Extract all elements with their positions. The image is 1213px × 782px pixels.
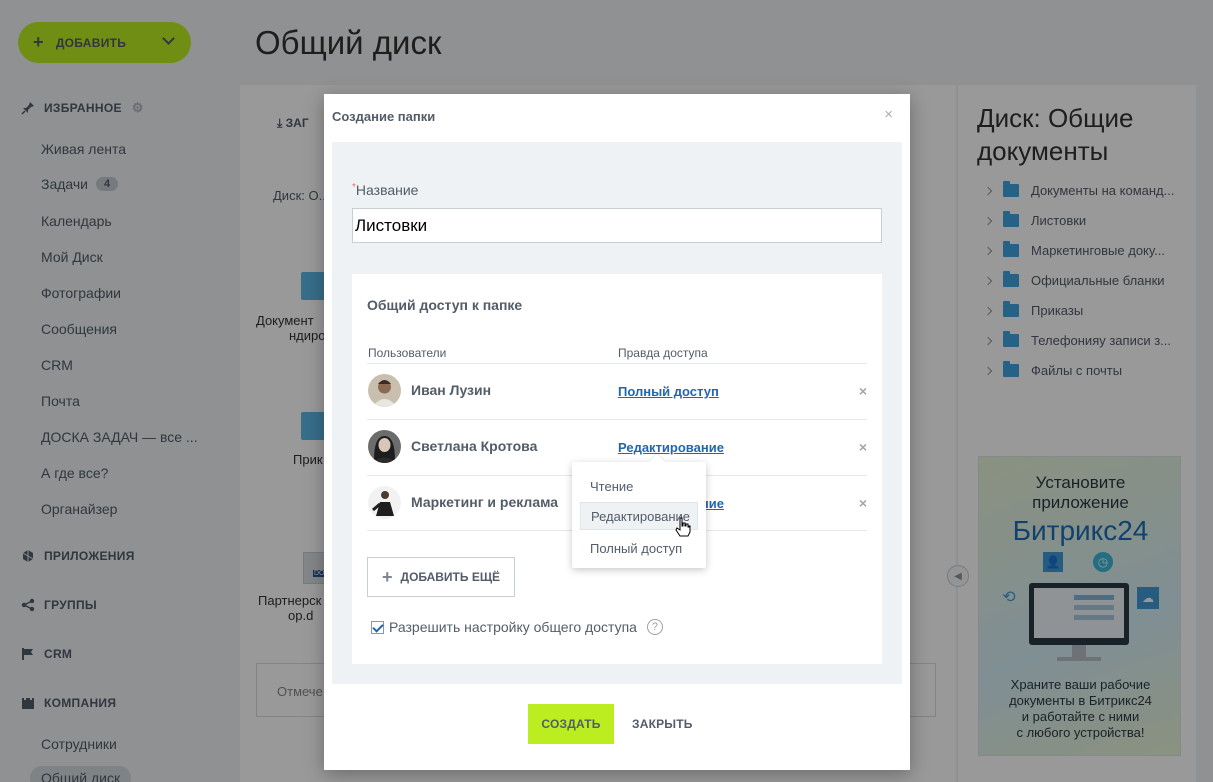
access-level-menu: Чтение Редактирование Полный доступ bbox=[572, 462, 706, 568]
user-name: Маркетинг и реклама bbox=[411, 494, 559, 510]
access-level-link[interactable]: Полный доступ bbox=[618, 384, 719, 399]
create-button[interactable]: СОЗДАТЬ bbox=[528, 704, 614, 744]
name-label-text: Название bbox=[355, 182, 419, 198]
close-icon[interactable]: × bbox=[884, 106, 893, 123]
folder-name-input[interactable] bbox=[352, 208, 882, 243]
user-name: Светлана Кротова bbox=[411, 438, 538, 454]
add-more-button[interactable]: + ДОБАВИТЬ ЕЩЁ bbox=[367, 557, 515, 597]
allow-sharing-settings[interactable]: Разрешить настройку общего доступа ? bbox=[371, 619, 663, 635]
avatar bbox=[368, 486, 401, 519]
create-folder-dialog: Создание папки × *Название Общий доступ … bbox=[324, 94, 910, 770]
column-header-rights: Правда доступа bbox=[618, 346, 708, 360]
menu-item-read[interactable]: Чтение bbox=[580, 472, 698, 500]
allow-sharing-label: Разрешить настройку общего доступа bbox=[389, 619, 637, 635]
remove-icon[interactable]: × bbox=[859, 495, 867, 511]
access-level-link[interactable]: Редактирование bbox=[618, 440, 724, 455]
avatar bbox=[368, 430, 401, 463]
dialog-footer: СОЗДАТЬ ЗАКРЫТЬ bbox=[324, 704, 910, 744]
allow-sharing-checkbox[interactable] bbox=[371, 620, 384, 634]
remove-icon[interactable]: × bbox=[859, 439, 867, 455]
plus-icon: + bbox=[382, 566, 393, 587]
menu-item-full-access[interactable]: Полный доступ bbox=[580, 534, 698, 562]
close-button[interactable]: ЗАКРЫТЬ bbox=[632, 717, 693, 731]
column-header-users: Пользователи bbox=[368, 346, 447, 360]
avatar bbox=[368, 374, 401, 407]
name-label: *Название bbox=[352, 182, 418, 198]
dialog-title: Создание папки bbox=[332, 109, 436, 124]
sharing-row: Иван Лузин Полный доступ × bbox=[367, 363, 867, 419]
help-icon[interactable]: ? bbox=[646, 619, 663, 635]
dialog-body: *Название Общий доступ к папке Пользоват… bbox=[332, 142, 902, 684]
sharing-title: Общий доступ к папке bbox=[367, 297, 523, 313]
add-more-label: ДОБАВИТЬ ЕЩЁ bbox=[400, 570, 501, 584]
hand-cursor-icon bbox=[675, 517, 691, 537]
user-name: Иван Лузин bbox=[411, 382, 492, 398]
remove-icon[interactable]: × bbox=[859, 383, 867, 399]
